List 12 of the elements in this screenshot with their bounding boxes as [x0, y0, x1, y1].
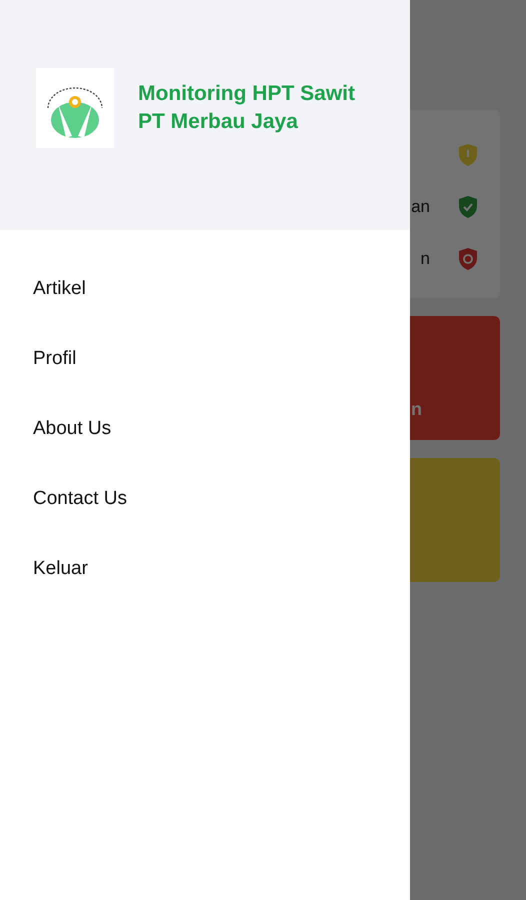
app-title: Monitoring HPT Sawit PT Merbau Jaya	[138, 81, 355, 135]
menu-item[interactable]: Keluar	[0, 534, 88, 604]
menu-item[interactable]: Profil	[0, 324, 76, 394]
menu-item[interactable]: Artikel	[0, 254, 86, 324]
status-label: an	[411, 197, 430, 217]
logo-icon	[36, 68, 114, 148]
shield-icon	[458, 247, 478, 271]
shield-icon	[458, 195, 478, 219]
shield-icon	[458, 143, 478, 167]
menu-item[interactable]: About Us	[0, 394, 112, 464]
menu-item[interactable]: Contact Us	[0, 464, 127, 534]
status-label: n	[420, 249, 430, 269]
